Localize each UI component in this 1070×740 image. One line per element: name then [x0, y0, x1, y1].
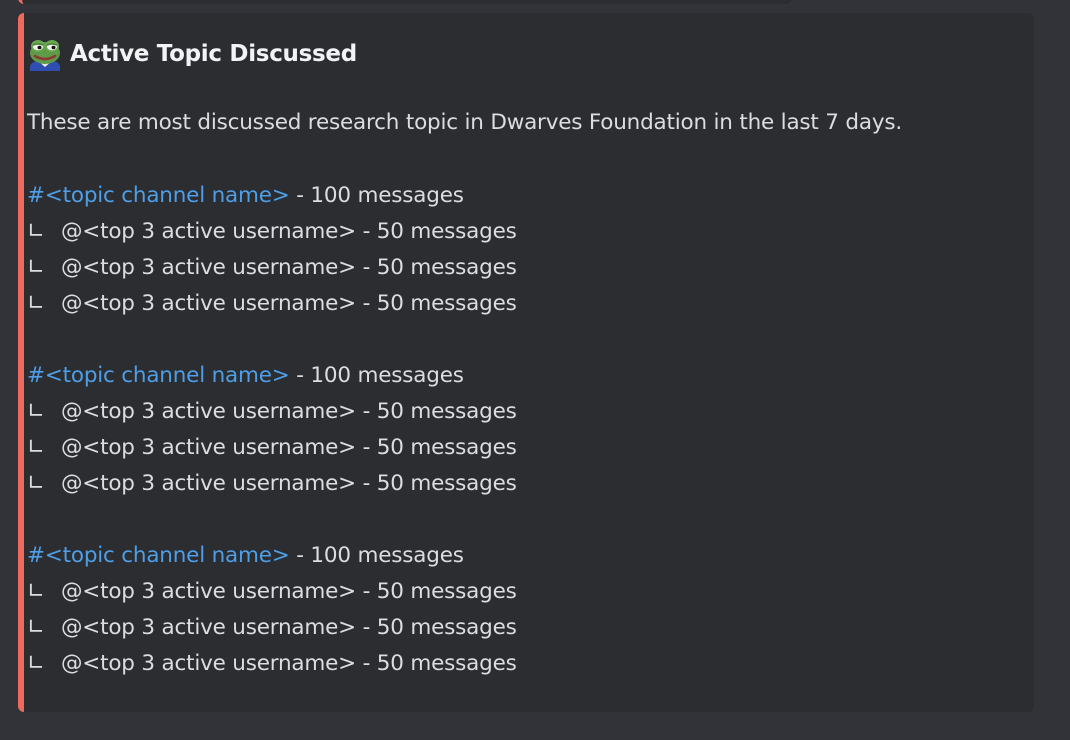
topic-channel-line: #<topic channel name> - 100 messages [27, 538, 517, 574]
channel-message-count: - 100 messages [289, 363, 464, 388]
user-message-count: @<top 3 active username> - 50 messages [61, 471, 517, 496]
user-line: ∟ @<top 3 active username> - 50 messages [27, 646, 517, 682]
user-message-count: @<top 3 active username> - 50 messages [61, 255, 517, 280]
branch-icon: ∟ [27, 291, 45, 316]
embed-header: Active Topic Discussed [27, 37, 357, 71]
user-line: ∟ @<top 3 active username> - 50 messages [27, 610, 517, 646]
user-line: ∟ @<top 3 active username> - 50 messages [27, 214, 517, 250]
branch-icon: ∟ [27, 615, 45, 640]
branch-icon: ∟ [27, 651, 45, 676]
branch-icon: ∟ [27, 435, 45, 460]
user-line: ∟ @<top 3 active username> - 50 messages [27, 286, 517, 322]
channel-link[interactable]: #<topic channel name> [27, 363, 290, 388]
user-message-count: @<top 3 active username> - 50 messages [61, 399, 517, 424]
pepe-frog-icon [30, 40, 60, 71]
channel-message-count: - 100 messages [289, 543, 464, 568]
topic-channel-line: #<topic channel name> - 100 messages [27, 358, 517, 394]
branch-icon: ∟ [27, 471, 45, 496]
user-message-count: @<top 3 active username> - 50 messages [61, 219, 517, 244]
user-message-count: @<top 3 active username> - 50 messages [61, 291, 517, 316]
branch-icon: ∟ [27, 255, 45, 280]
branch-icon: ∟ [27, 219, 45, 244]
topic-block: #<topic channel name> - 100 messages ∟ @<… [27, 178, 517, 322]
branch-icon: ∟ [27, 399, 45, 424]
branch-icon: ∟ [27, 579, 45, 604]
user-message-count: @<top 3 active username> - 50 messages [61, 435, 517, 460]
user-line: ∟ @<top 3 active username> - 50 messages [27, 394, 517, 430]
topic-list: #<topic channel name> - 100 messages ∟ @<… [27, 178, 517, 718]
topic-block: #<topic channel name> - 100 messages ∟ @<… [27, 358, 517, 502]
channel-message-count: - 100 messages [289, 183, 464, 208]
user-line: ∟ @<top 3 active username> - 50 messages [27, 574, 517, 610]
user-message-count: @<top 3 active username> - 50 messages [61, 579, 517, 604]
embed-title: Active Topic Discussed [70, 41, 357, 67]
user-message-count: @<top 3 active username> - 50 messages [61, 651, 517, 676]
user-message-count: @<top 3 active username> - 50 messages [61, 615, 517, 640]
embed-description: These are most discussed research topic … [27, 110, 902, 135]
topic-channel-line: #<topic channel name> - 100 messages [27, 178, 517, 214]
user-line: ∟ @<top 3 active username> - 50 messages [27, 250, 517, 286]
user-line: ∟ @<top 3 active username> - 50 messages [27, 466, 517, 502]
channel-link[interactable]: #<topic channel name> [27, 543, 290, 568]
topic-block: #<topic channel name> - 100 messages ∟ @<… [27, 538, 517, 682]
channel-link[interactable]: #<topic channel name> [27, 183, 290, 208]
previous-embed-edge [18, 0, 792, 4]
user-line: ∟ @<top 3 active username> - 50 messages [27, 430, 517, 466]
